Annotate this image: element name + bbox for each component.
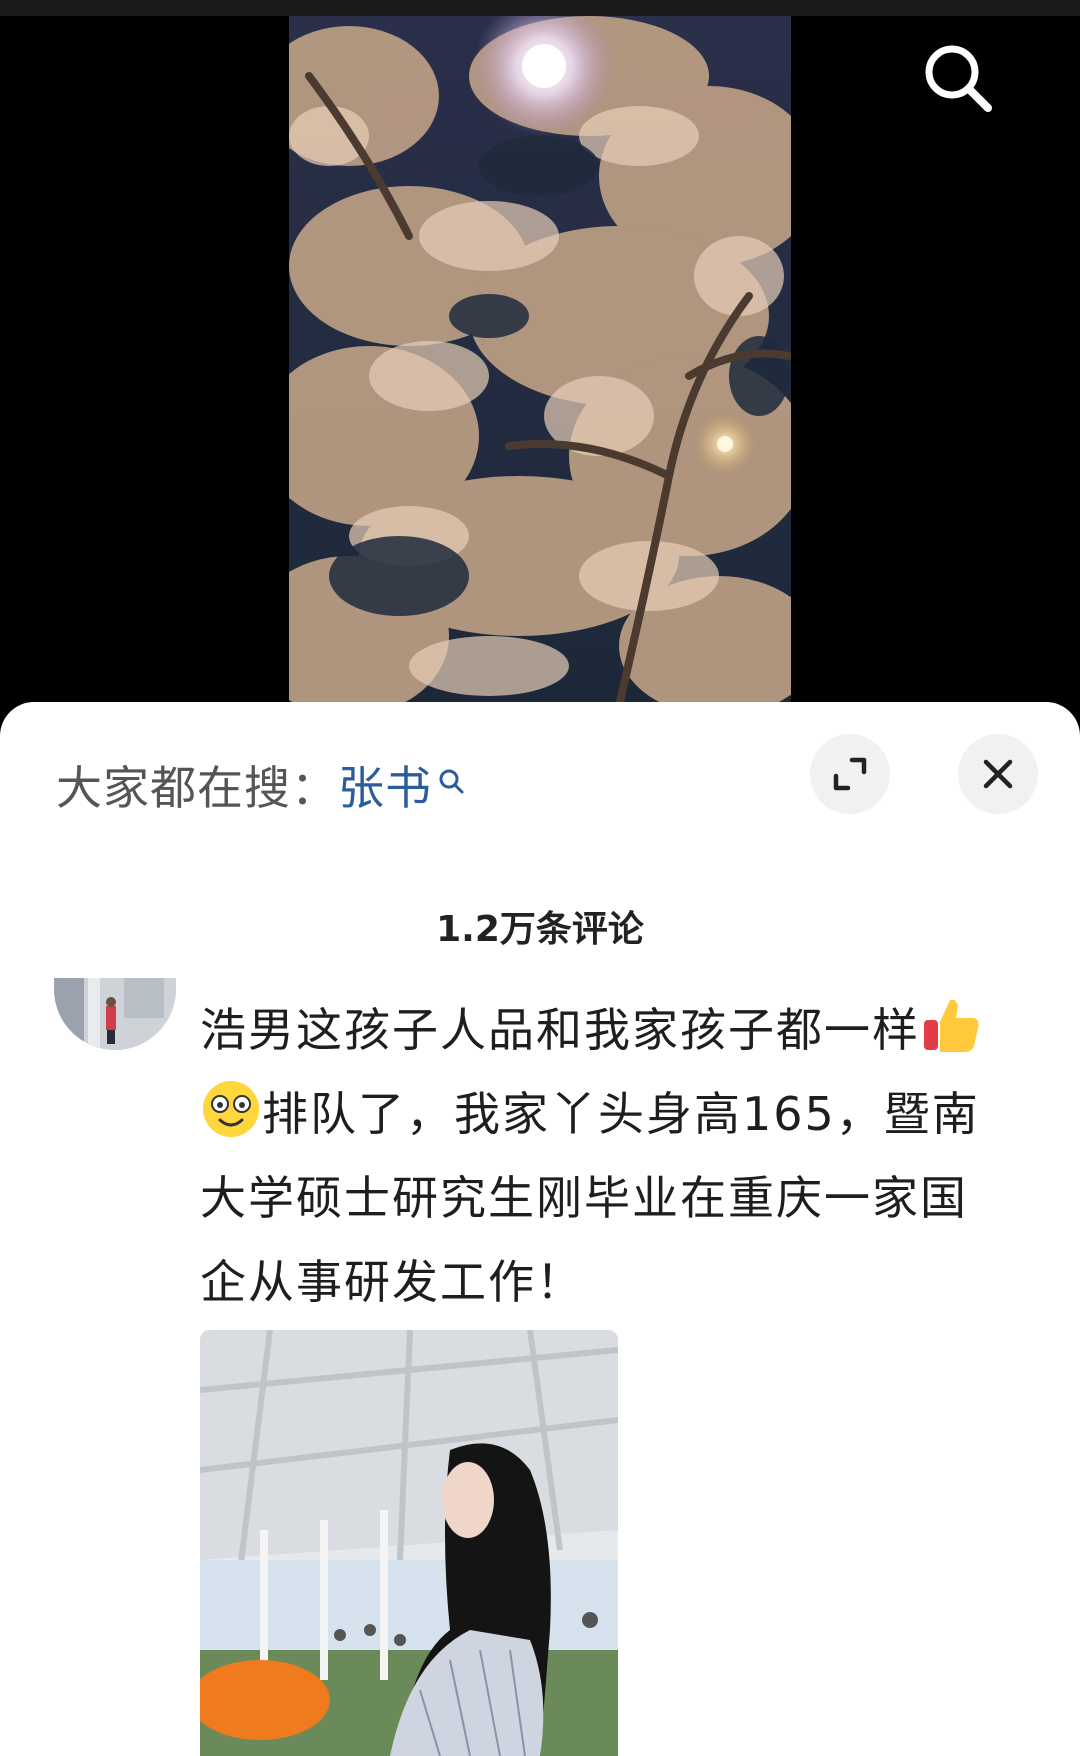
expand-button[interactable]: [810, 734, 890, 814]
comment-sheet: 大家都在搜：张书 1.2万条评论 浩男这孩子人品和我家孩子都一样排队了，我家丫头…: [0, 702, 1080, 1756]
status-bar: [0, 0, 1080, 16]
thumbs-up-emoji-icon: [920, 994, 982, 1056]
comment-count: 1.2万条评论: [436, 909, 644, 950]
video-player[interactable]: [289, 16, 791, 706]
search-icon: [925, 45, 992, 112]
comment-body: 浩男这孩子人品和我家孩子都一样 排队了，我家丫头身高165，暨南大学硕士研究生刚…: [200, 988, 1010, 1324]
trending-prefix: 大家都在搜：: [56, 761, 338, 815]
expand-icon: [833, 757, 867, 791]
trending-search[interactable]: 大家都在搜：张书: [56, 752, 466, 818]
close-button[interactable]: [958, 734, 1038, 814]
app-screen: 大家都在搜：张书 1.2万条评论 浩男这孩子人品和我家孩子都一样排队了，我家丫头…: [0, 0, 1080, 1756]
video-thumbnail: [289, 16, 791, 706]
close-icon: [983, 759, 1013, 789]
smile-emoji-icon: [200, 1078, 262, 1140]
comment-text-part2: 排队了，我家丫头身高165，暨南大学硕士研究生刚毕业在重庆一家国企从事研发工作！: [200, 1087, 980, 1309]
trending-search-icon: [436, 754, 466, 808]
comment-text-part1: 浩男这孩子人品和我家孩子都一样: [200, 1003, 920, 1057]
trending-term-link[interactable]: 张书: [338, 761, 432, 815]
search-button[interactable]: [918, 38, 998, 118]
avatar[interactable]: [54, 978, 176, 1050]
comment-image[interactable]: [200, 1330, 618, 1756]
